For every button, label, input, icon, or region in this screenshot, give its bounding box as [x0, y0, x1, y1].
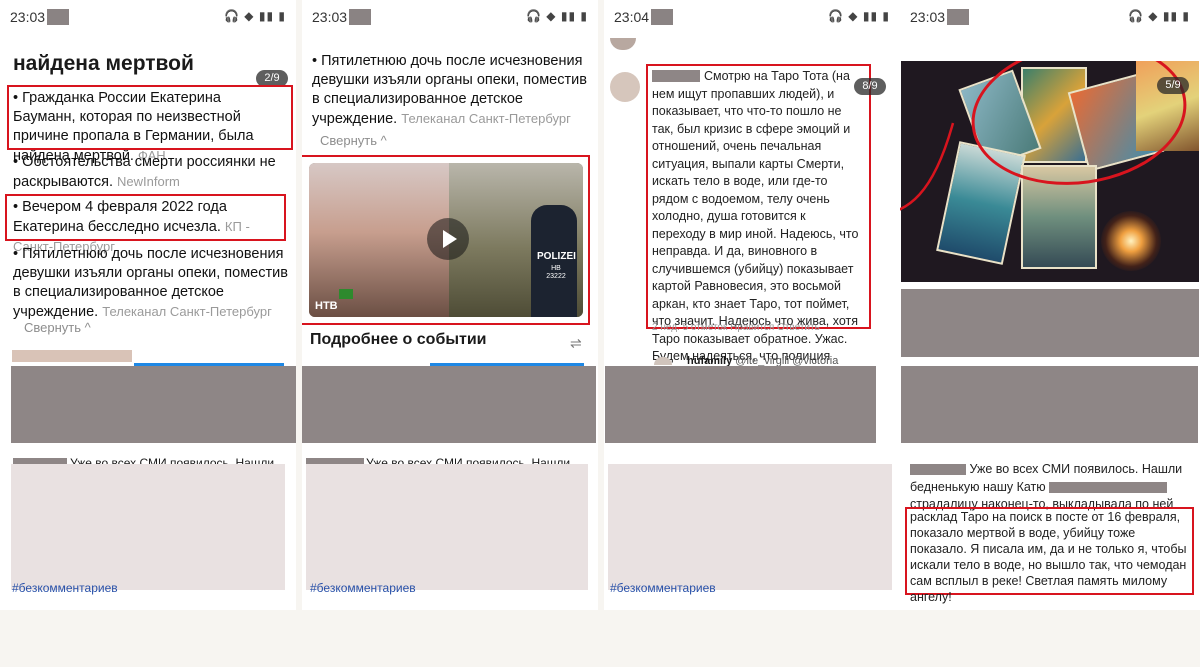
news-bullet: • Пятилетнюю дочь после исчезновения дев… [13, 246, 288, 320]
redacted-block [47, 9, 69, 25]
screenshot-panel-4: 23:03 🎧 ◆ ▮▮ ▮ 5/9 Уже во всех СМИ появи… [900, 0, 1200, 610]
status-icons: 🎧 ◆ ▮▮ ▮ [526, 9, 588, 23]
police-label: POLIZEI [537, 251, 576, 262]
news-headline: найдена мертвой [13, 52, 194, 75]
status-time: 23:03 [910, 9, 946, 25]
image-strip [12, 350, 132, 362]
screenshot-panel-3: 23:04 🎧 ◆ ▮▮ ▮ 8/9 Смотрю на Таро Тота (… [604, 0, 900, 610]
redacted-block [11, 366, 296, 443]
play-button[interactable] [427, 218, 469, 260]
comment-text: Смотрю на Таро Тота (на нем ищут пропавш… [652, 68, 860, 401]
redacted-block [947, 9, 969, 25]
action-bar [604, 594, 900, 608]
news-bullet: • Обстоятельства смерти россиянки не рас… [13, 154, 276, 190]
police-code: HB 23222 [546, 265, 566, 280]
highlight-box [7, 85, 293, 150]
redacted-block [302, 366, 596, 443]
red-arrow-annotation [900, 122, 955, 211]
news-bullet: • Пятилетнюю дочь после исчезновения дев… [312, 53, 587, 127]
hashtag[interactable]: #безкомментариев [12, 581, 118, 595]
bullet-source[interactable]: Телеканал Санкт-Петербург [401, 111, 571, 126]
status-icons: 🎧 ◆ ▮▮ ▮ [224, 9, 286, 23]
redacted-block [11, 464, 285, 590]
highlighted-post-text: расклад Таро на поиск в посте от 16 февр… [910, 510, 1187, 604]
collapse-link[interactable]: Свернуть ^ [320, 133, 387, 148]
redacted-block [651, 9, 673, 25]
reply-avatar[interactable] [654, 357, 672, 365]
candle-image [1101, 211, 1161, 271]
collapse-label: Свернуть [320, 133, 378, 148]
redacted-block [608, 464, 892, 590]
collapse-link[interactable]: Свернуть ^ [24, 320, 91, 335]
channel-logo-icon [339, 289, 353, 299]
redacted-block [901, 366, 1198, 443]
slide-counter-badge: 5/9 [1157, 77, 1189, 94]
section-title: Подробнее о событии [310, 331, 487, 348]
status-time: 23:04 [614, 9, 650, 25]
hashtag[interactable]: #безкомментариев [310, 581, 416, 595]
screenshot-panel-2: 23:03 🎧 ◆ ▮▮ ▮ • Пятилетнюю дочь после и… [302, 0, 598, 610]
status-time: 23:03 [312, 9, 348, 25]
action-bar [0, 594, 296, 608]
status-icons: 🎧 ◆ ▮▮ ▮ [828, 9, 890, 23]
bullet-source[interactable]: Телеканал Санкт-Петербург [102, 304, 272, 319]
status-bar: 23:04 🎧 ◆ ▮▮ ▮ [604, 0, 900, 34]
comment-body: Смотрю на Таро Тота (на нем ищут пропавш… [652, 69, 859, 398]
status-time: 23:03 [10, 9, 46, 25]
redacted-block [910, 464, 966, 476]
redacted-block [349, 9, 371, 25]
highlight-box [5, 194, 286, 241]
comment-meta: 2 нед. 5 отметок Нравится Ответить [652, 322, 820, 333]
hashtag[interactable]: #безкомментариев [610, 581, 716, 595]
status-bar: 23:03 🎧 ◆ ▮▮ ▮ [0, 0, 296, 34]
channel-label: НТВ [315, 300, 338, 312]
redacted-block [901, 289, 1199, 357]
redacted-block [605, 366, 876, 443]
redacted-block [306, 464, 588, 590]
status-icons: 🎧 ◆ ▮▮ ▮ [1128, 9, 1190, 23]
news-video[interactable]: POLIZEI HB 23222 НТВ [309, 163, 583, 317]
status-bar: 23:03 🎧 ◆ ▮▮ ▮ [302, 0, 598, 34]
avatar[interactable] [610, 72, 640, 102]
avatar[interactable] [610, 38, 636, 50]
screenshot-panel-1: 23:03 🎧 ◆ ▮▮ ▮ найдена мертвой 2/9 • Гра… [0, 0, 296, 610]
filter-icon[interactable]: ⇌ [570, 335, 582, 352]
status-bar: 23:03 🎧 ◆ ▮▮ ▮ [900, 0, 1200, 34]
post-text: Уже во всех СМИ появилось. Нашли беднень… [910, 461, 1192, 514]
play-icon [443, 230, 457, 248]
bullet-source[interactable]: NewInform [117, 174, 180, 189]
action-bar [900, 594, 1200, 608]
action-bar [302, 594, 598, 608]
collapse-label: Свернуть [24, 320, 82, 335]
redacted-block [1049, 481, 1168, 493]
